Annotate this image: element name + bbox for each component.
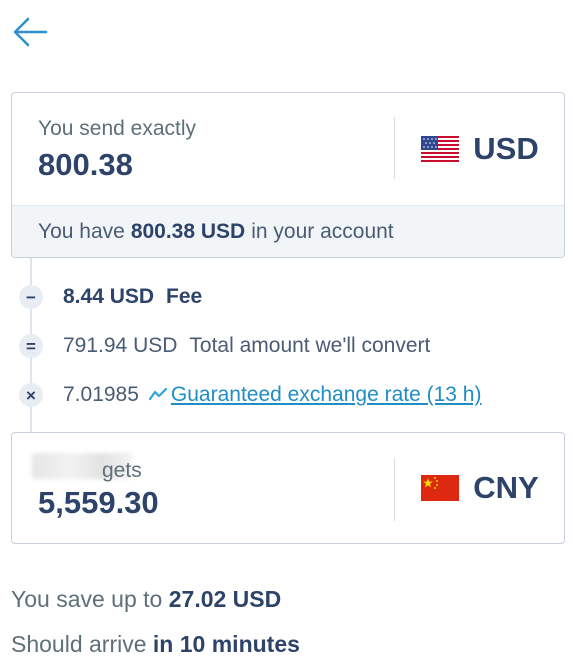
divider: [394, 117, 395, 179]
send-amount-input[interactable]: [38, 147, 368, 183]
savings-amount: 27.02 USD: [168, 586, 282, 612]
back-button[interactable]: [10, 14, 50, 50]
balance-prefix: You have: [38, 219, 125, 243]
rate-trend-icon: [148, 383, 168, 407]
minus-icon: −: [19, 285, 43, 309]
receive-amount-input[interactable]: [38, 485, 368, 521]
balance-suffix: in your account: [251, 219, 394, 243]
balance-amount: 800.38 USD: [130, 219, 246, 243]
receive-label: gets: [102, 459, 142, 482]
send-amount-area[interactable]: You send exactly: [12, 93, 394, 205]
arrival-line: Should arrive in 10 minutes: [11, 631, 300, 658]
savings-prefix: You save up to: [11, 586, 163, 612]
equals-icon: =: [19, 334, 43, 358]
multiply-icon: ×: [19, 383, 43, 407]
send-amount-card: You send exactly USD: [11, 92, 565, 258]
divider: [394, 459, 395, 521]
send-currency-code: USD: [473, 131, 539, 166]
convert-label: Total amount we'll convert: [189, 334, 431, 357]
receive-amount-card: gets CNY: [11, 432, 565, 544]
savings-line: You save up to 27.02 USD: [11, 586, 281, 613]
send-currency-selector[interactable]: USD: [396, 93, 564, 205]
us-flag-icon: [421, 136, 460, 162]
account-balance-bar: You have 800.38 USD in your account: [12, 205, 564, 257]
arrival-time: in 10 minutes: [152, 631, 300, 657]
fee-amount: 8.44 USD: [63, 285, 155, 308]
convert-row: = 791.94 USD Total amount we'll convert: [19, 334, 430, 358]
receive-amount-area[interactable]: gets: [12, 433, 394, 543]
cn-flag-icon: [421, 475, 460, 501]
convert-amount: 791.94 USD: [63, 334, 178, 357]
fee-row: − 8.44 USD Fee: [19, 285, 202, 309]
send-label: You send exactly: [38, 117, 197, 140]
guaranteed-rate-link[interactable]: Guaranteed exchange rate (13 h): [171, 383, 482, 406]
rate-value: 7.01985: [63, 383, 139, 406]
arrival-prefix: Should arrive: [11, 631, 147, 657]
rate-row: × 7.01985 Guaranteed exchange rate (13 h…: [19, 383, 481, 407]
receive-currency-code: CNY: [473, 470, 539, 505]
receive-currency-selector[interactable]: CNY: [396, 433, 564, 543]
arrow-left-icon: [13, 17, 48, 47]
fee-label: Fee: [166, 285, 203, 308]
